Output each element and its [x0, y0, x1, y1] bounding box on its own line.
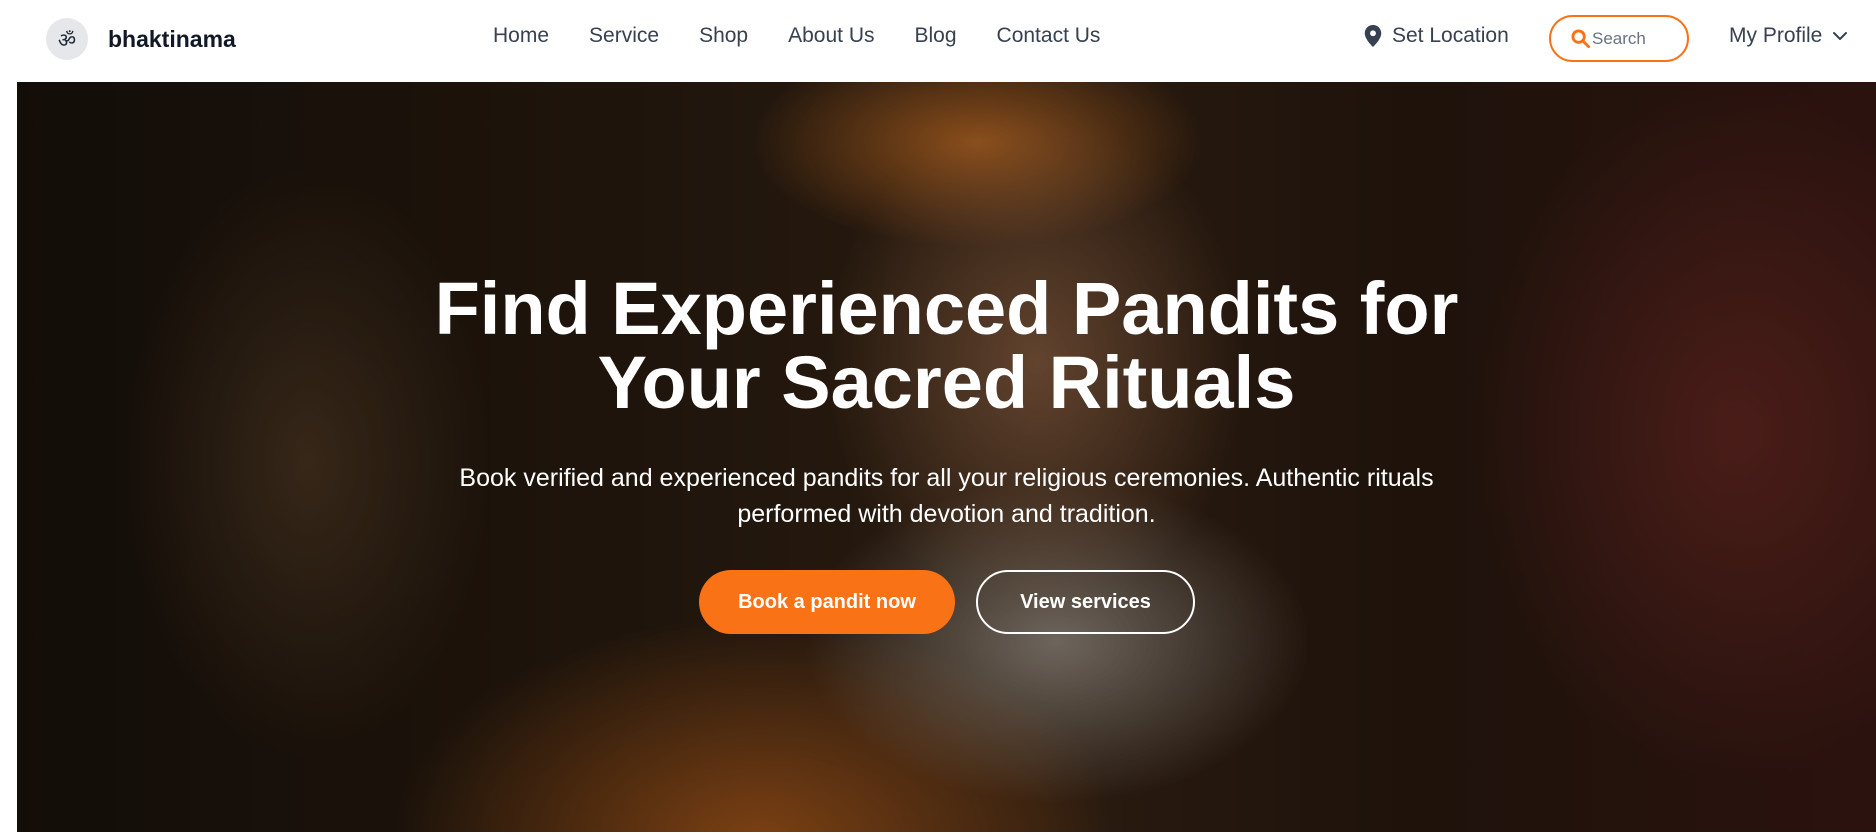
hero-subtitle-line-1: Book verified and experienced pandits fo…	[459, 464, 1434, 492]
map-pin-icon	[1364, 25, 1382, 47]
my-profile-label: My Profile	[1729, 24, 1823, 47]
hero-subtitle: Book verified and experienced pandits fo…	[17, 460, 1876, 532]
search-icon	[1571, 29, 1590, 48]
hero-subtitle-line-2: performed with devotion and tradition.	[737, 500, 1156, 528]
nav-shop[interactable]: Shop	[699, 24, 748, 48]
site-header: ॐ bhaktinama Home Service Shop About Us …	[0, 0, 1876, 82]
nav-blog[interactable]: Blog	[915, 24, 957, 48]
nav-contact-us[interactable]: Contact Us	[997, 24, 1101, 48]
view-services-button[interactable]: View services	[976, 570, 1195, 634]
nav-home[interactable]: Home	[493, 24, 549, 48]
search-input[interactable]: Search	[1549, 15, 1689, 62]
my-profile-dropdown[interactable]: My Profile	[1729, 24, 1848, 48]
brand-name[interactable]: bhaktinama	[108, 26, 236, 53]
set-location-label: Set Location	[1392, 24, 1509, 47]
main-nav: Home Service Shop About Us Blog Contact …	[493, 24, 1140, 48]
hero-title-line-1: Find Experienced Pandits for	[434, 267, 1459, 350]
set-location-button[interactable]: Set Location	[1364, 24, 1509, 48]
hero-banner: Find Experienced Pandits for Your Sacred…	[17, 82, 1876, 832]
hero-title: Find Experienced Pandits for Your Sacred…	[17, 272, 1876, 420]
book-pandit-button[interactable]: Book a pandit now	[699, 570, 955, 634]
om-logo-icon: ॐ	[46, 18, 88, 60]
search-placeholder: Search	[1592, 28, 1646, 48]
brand-logo[interactable]: ॐ bhaktinama	[46, 18, 236, 60]
chevron-down-icon	[1833, 32, 1848, 40]
nav-service[interactable]: Service	[589, 24, 659, 48]
hero-content: Find Experienced Pandits for Your Sacred…	[17, 82, 1876, 832]
nav-about-us[interactable]: About Us	[788, 24, 874, 48]
hero-title-line-2: Your Sacred Rituals	[597, 341, 1296, 424]
